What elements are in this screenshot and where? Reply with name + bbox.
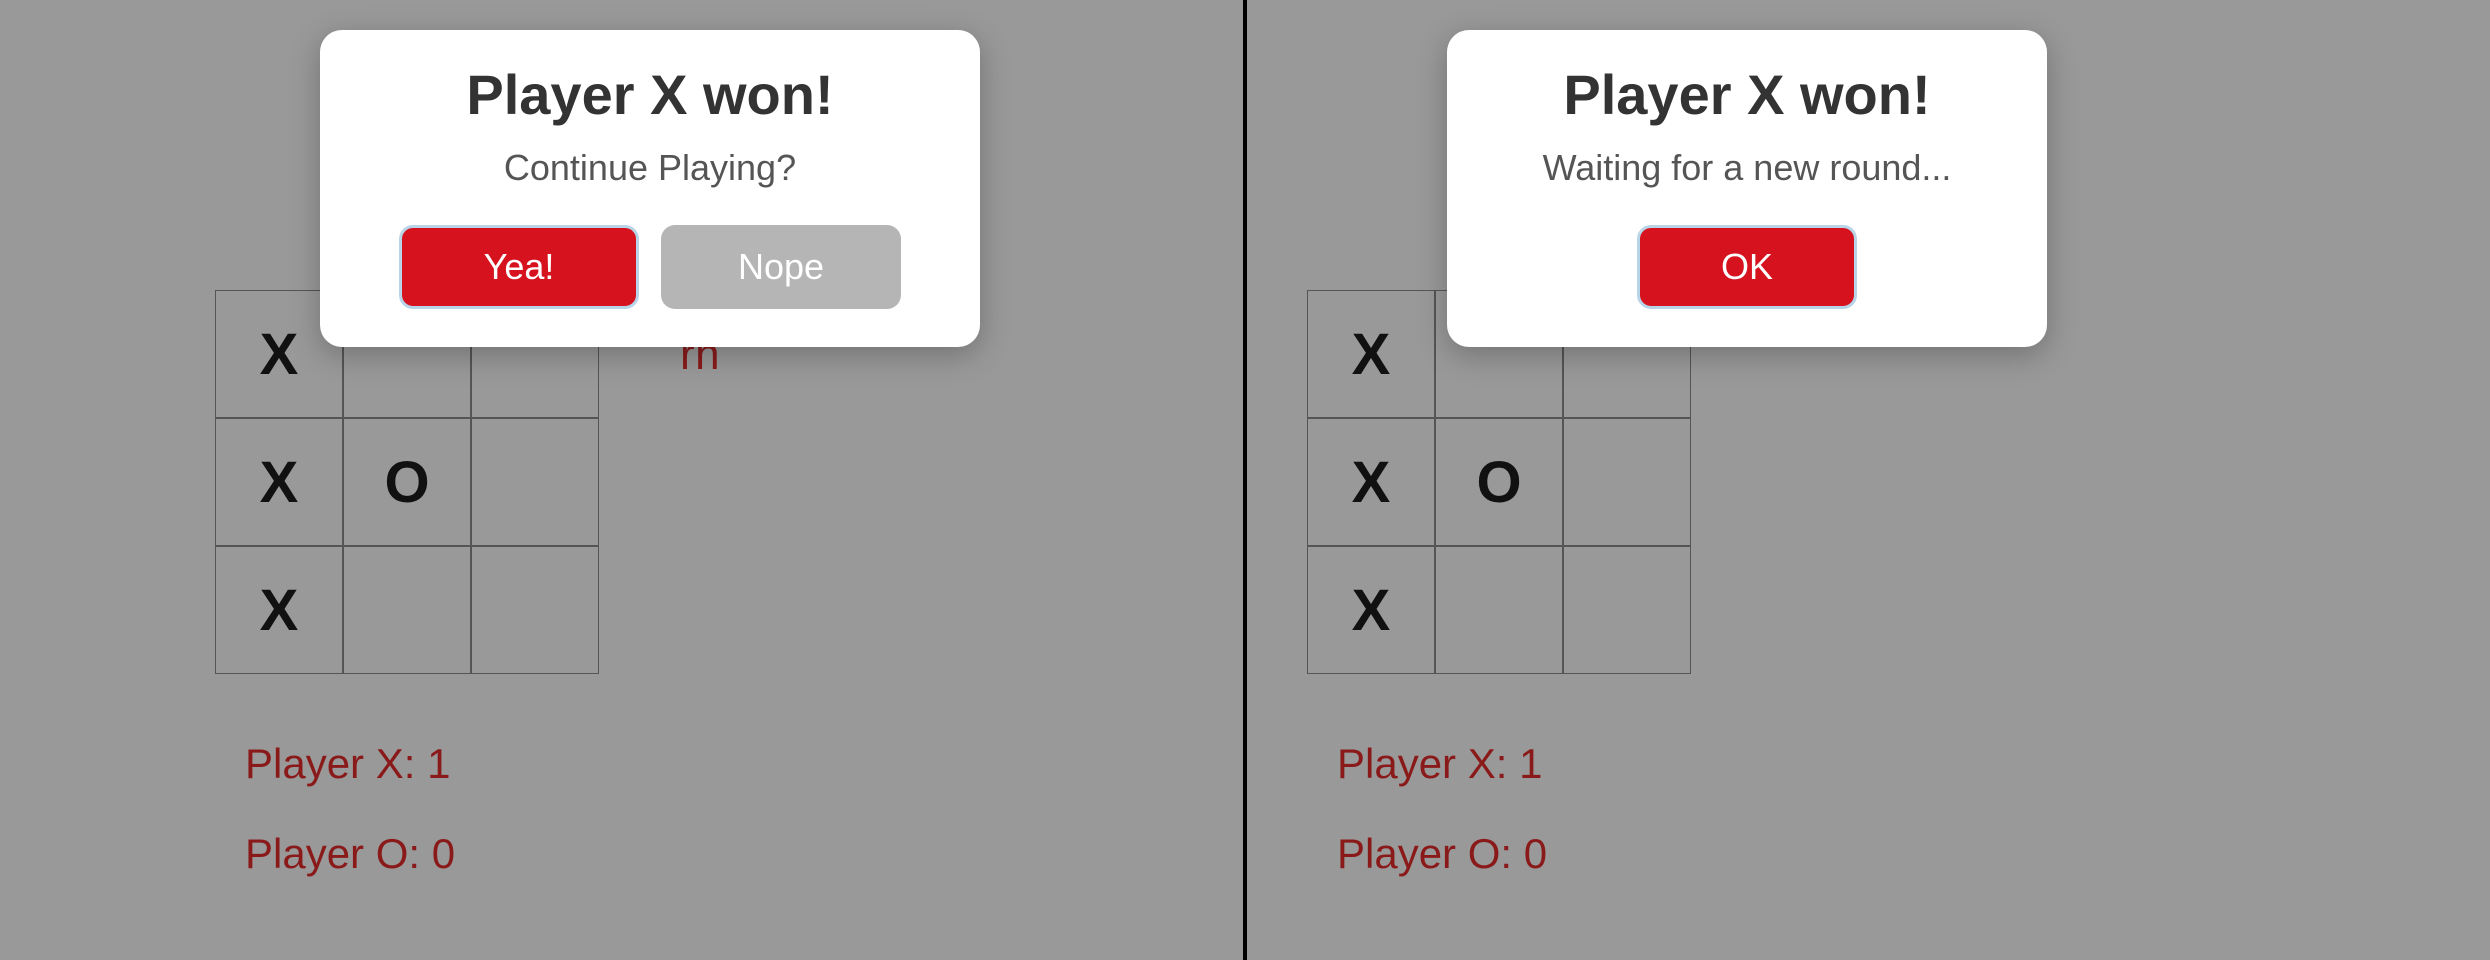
cell-1-1[interactable]: O bbox=[1435, 418, 1563, 546]
waiting-dialog: Player X won! Waiting for a new round...… bbox=[1447, 30, 2047, 347]
score-player-o: Player O: 0 bbox=[1337, 830, 1547, 878]
dialog-title: Player X won! bbox=[1487, 62, 2007, 127]
dialog-message: Waiting for a new round... bbox=[1487, 147, 2007, 189]
cell-1-2[interactable] bbox=[1563, 418, 1691, 546]
dialog-message: Continue Playing? bbox=[360, 147, 940, 189]
ok-button[interactable]: OK bbox=[1637, 225, 1857, 309]
cell-2-2[interactable] bbox=[471, 546, 599, 674]
dialog-title: Player X won! bbox=[360, 62, 940, 127]
cell-2-1[interactable] bbox=[1435, 546, 1563, 674]
cell-1-2[interactable] bbox=[471, 418, 599, 546]
cell-2-1[interactable] bbox=[343, 546, 471, 674]
right-pane: X X O X Player X: 1 Player O: 0 Player X… bbox=[1245, 0, 2490, 960]
cell-1-0[interactable]: X bbox=[215, 418, 343, 546]
cell-2-0[interactable]: X bbox=[215, 546, 343, 674]
cell-0-0[interactable]: X bbox=[1307, 290, 1435, 418]
score-player-x: Player X: 1 bbox=[245, 740, 450, 788]
game-board: X X O X bbox=[215, 290, 599, 674]
cell-2-2[interactable] bbox=[1563, 546, 1691, 674]
cell-1-0[interactable]: X bbox=[1307, 418, 1435, 546]
score-player-o: Player O: 0 bbox=[245, 830, 455, 878]
score-player-x: Player X: 1 bbox=[1337, 740, 1542, 788]
game-board: X X O X bbox=[1307, 290, 1691, 674]
dialog-button-row: Yea! Nope bbox=[360, 225, 940, 309]
winner-dialog: Player X won! Continue Playing? Yea! Nop… bbox=[320, 30, 980, 347]
no-button[interactable]: Nope bbox=[661, 225, 901, 309]
cell-1-1[interactable]: O bbox=[343, 418, 471, 546]
yes-button[interactable]: Yea! bbox=[399, 225, 639, 309]
cell-2-0[interactable]: X bbox=[1307, 546, 1435, 674]
left-pane: X X O X rn Player X: 1 Player O: 0 Playe… bbox=[0, 0, 1245, 960]
dialog-button-row: OK bbox=[1487, 225, 2007, 309]
